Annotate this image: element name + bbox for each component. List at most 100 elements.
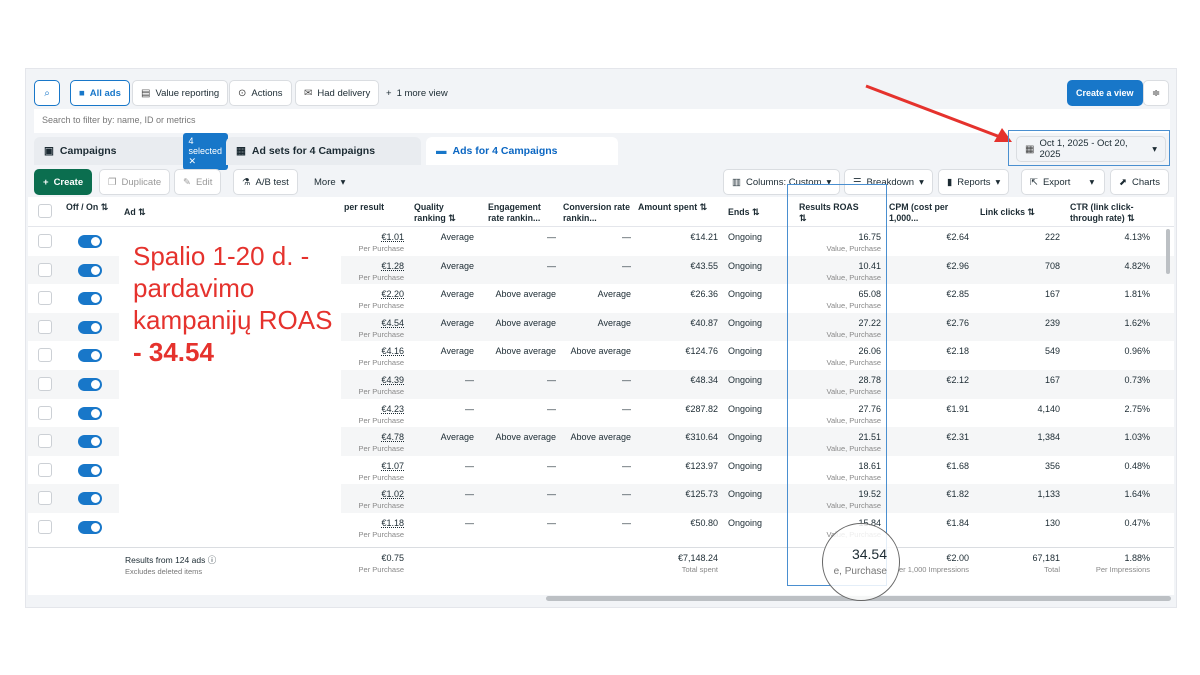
table-header: Off / On ⇅ Ad ⇅ per result Quality ranki… [28,197,1174,227]
header-per-result[interactable]: per result [344,202,384,213]
cell-ends: Ongoing [728,260,763,271]
header-offon[interactable]: Off / On ⇅ [66,202,116,213]
cell-quality: — [465,403,474,414]
plus-icon: + [386,87,392,99]
view-value-reporting[interactable]: ▤ Value reporting [132,80,229,106]
cell-per-result[interactable]: €1.28 [344,261,404,271]
ad-toggle[interactable] [78,235,102,248]
view-actions[interactable]: ⊙ Actions [229,80,292,106]
more-view-button[interactable]: +1 more view [378,80,456,106]
cell-conversion: — [622,403,631,414]
cell-conversion: — [622,375,631,385]
row-checkbox[interactable] [38,319,52,334]
cell-link-clicks: 222 [1044,232,1060,242]
close-icon[interactable]: ✕ [189,156,197,166]
envelope-icon: ✉ [304,87,313,99]
cell-per-result[interactable]: €1.07 [344,461,404,471]
footer-cpm: €2.00 [946,553,969,563]
tab-adsets[interactable]: ▦ Ad sets for 4 Campaigns [226,137,421,165]
cell-ends: Ongoing [728,289,763,300]
select-all-checkbox[interactable] [38,204,52,218]
tab-campaigns[interactable]: ▣ Campaigns 4 selected ✕ [34,132,229,170]
cell-ctr: 4.13% [1124,232,1150,242]
sliders-icon: ≑ [1151,87,1161,99]
edit-button[interactable]: ✎ Edit [174,169,222,195]
cell-per-result[interactable]: €2.20 [344,289,404,299]
ad-toggle[interactable] [78,463,102,477]
reports-button[interactable]: ▮ Reports ▾ [938,169,1010,195]
ad-toggle[interactable] [78,492,102,506]
cell-per-result[interactable]: €1.01 [344,232,404,242]
info-icon[interactable]: ⓘ [208,555,217,565]
selected-badge[interactable]: 4 selected ✕ [182,132,229,170]
footer-clicks-sub: Total [1044,565,1060,574]
header-link-clicks[interactable]: Link clicks ⇅ [980,207,1035,218]
settings-button[interactable]: ≑ [1143,80,1169,106]
cell-per-result[interactable]: €4.23 [344,404,404,414]
cell-ctr: 1.81% [1124,289,1150,300]
cell-per-result[interactable]: €1.18 [344,518,404,528]
cell-ends: Ongoing [728,489,763,500]
row-checkbox[interactable] [38,234,52,248]
header-conversion[interactable]: Conversion rate rankin... [563,202,631,224]
vertical-scrollbar[interactable] [1166,229,1170,274]
cell-per-result[interactable]: €4.16 [344,346,404,356]
cell-engagement: Above average [495,289,556,300]
cell-per-result[interactable]: €1.02 [344,489,404,499]
header-engagement[interactable]: Engagement rate rankin... [488,202,556,224]
ad-toggle[interactable] [78,320,102,334]
header-ends[interactable]: Ends ⇅ [728,207,759,218]
cell-per-result[interactable]: €4.54 [344,318,404,328]
cell-ends: Ongoing [728,346,763,357]
cell-cpm: €1.68 [946,460,969,471]
cell-ends: Ongoing [728,375,763,385]
cell-per-result[interactable]: €4.39 [344,375,404,385]
duplicate-button[interactable]: ❐ Duplicate [99,169,171,195]
ab-test-button[interactable]: ⚗ A/B test [233,169,298,195]
export-icon: ⇱ [1030,176,1038,188]
row-checkbox[interactable] [38,520,52,534]
ad-toggle[interactable] [78,378,102,391]
cell-cpm: €2.85 [946,289,969,300]
charts-button[interactable]: ⬈ Charts [1110,169,1169,195]
ad-toggle[interactable] [78,406,102,420]
cell-conversion: — [622,260,631,271]
tab-ads[interactable]: ▬ Ads for 4 Campaigns [426,137,618,165]
ad-toggle[interactable] [78,521,102,534]
cell-per-result[interactable]: €4.78 [344,432,404,442]
header-cpm[interactable]: CPM (cost per 1,000... [889,202,957,224]
export-button[interactable]: ⇱ Export ▾ [1021,169,1105,195]
row-checkbox[interactable] [38,491,52,506]
header-ctr[interactable]: CTR (link click-through rate) ⇅ [1070,202,1150,224]
create-button[interactable]: + Create [34,169,93,195]
annotation-text: Spalio 1-20 d. - pardavimo kampanijų ROA… [133,241,333,367]
ads-icon: ▬ [436,145,447,157]
row-checkbox[interactable] [38,462,52,477]
header-amount[interactable]: Amount spent ⇅ [638,202,708,213]
cell-quality: — [465,460,474,471]
row-checkbox[interactable] [38,291,52,306]
search-button[interactable]: ⌕ [34,80,60,106]
row-checkbox[interactable] [38,377,52,391]
row-checkbox[interactable] [38,434,52,449]
view-had-delivery[interactable]: ✉ Had delivery [295,80,380,106]
header-ad[interactable]: Ad ⇅ [124,207,146,218]
cell-link-clicks: 239 [1044,317,1060,328]
view-all-ads[interactable]: ■ All ads [70,80,130,106]
row-checkbox[interactable] [38,262,52,277]
caret-down-icon[interactable]: ▾ [1089,177,1094,188]
ad-toggle[interactable] [78,263,102,277]
row-checkbox[interactable] [38,405,52,420]
cell-ends: Ongoing [728,460,763,471]
footer-roas-sub: e, Purchase [833,566,887,577]
ad-toggle[interactable] [78,435,102,449]
ad-toggle[interactable] [78,349,102,363]
row-checkbox[interactable] [38,348,52,363]
header-quality[interactable]: Quality ranking ⇅ [414,202,474,224]
cell-amount: €123.97 [685,460,718,471]
footer-amount-sub: Total spent [681,565,718,574]
ad-toggle[interactable] [78,292,102,306]
more-button[interactable]: More ▾ [306,169,353,195]
cell-cpm: €1.84 [946,518,969,528]
create-view-button[interactable]: Create a view [1067,80,1143,106]
